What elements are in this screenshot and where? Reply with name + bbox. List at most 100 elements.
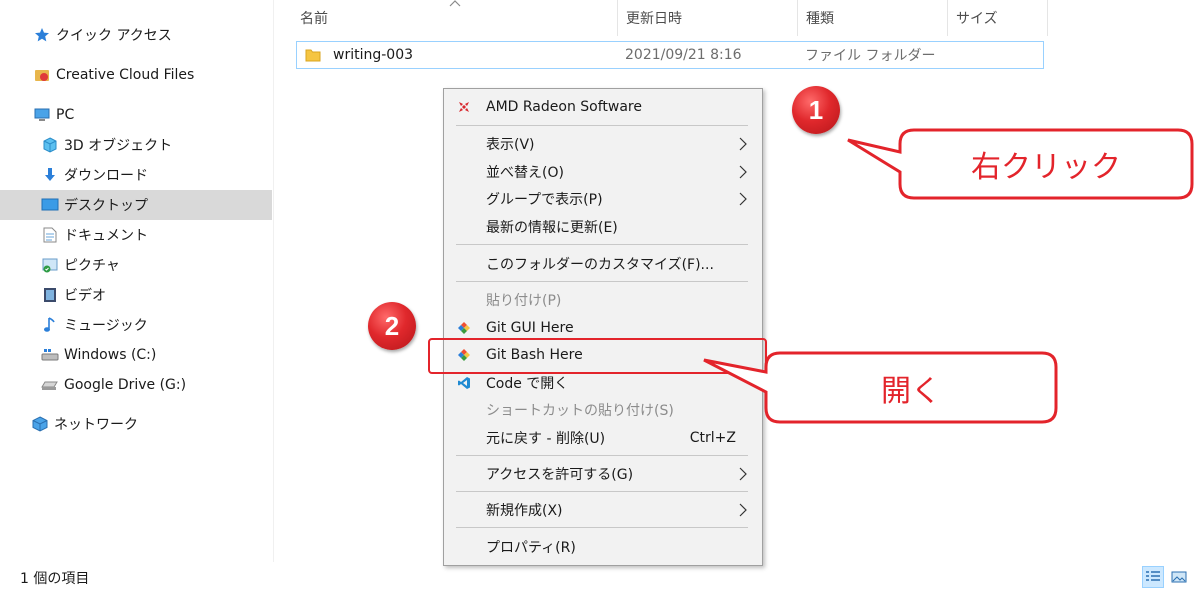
sidebar-item-label: Google Drive (G:) (64, 377, 187, 393)
folder-icon (305, 47, 321, 63)
step-badge-2: 2 (368, 302, 416, 350)
sidebar-item-3d-objects[interactable]: 3D オブジェクト (0, 130, 272, 160)
menu-item-label: プロパティ(R) (486, 540, 576, 556)
network-icon (30, 414, 50, 434)
vscode-icon (456, 375, 472, 391)
chevron-right-icon (739, 467, 747, 481)
context-menu: AMD Radeon Software 表示(V) 並べ替え(O) グループで表… (443, 88, 763, 566)
menu-item-label: アクセスを許可する(G) (486, 467, 634, 483)
column-header-label: 更新日時 (626, 11, 682, 27)
chevron-right-icon (739, 503, 747, 517)
sidebar-item-google-drive[interactable]: Google Drive (G:) (0, 370, 272, 400)
column-header-size[interactable]: サイズ (948, 0, 1048, 36)
menu-item-paste[interactable]: 貼り付け(P) (444, 286, 762, 314)
sidebar-item-label: ミュージック (64, 318, 148, 334)
menu-item-label: 表示(V) (486, 137, 535, 153)
video-icon (40, 285, 60, 305)
sidebar-item-label: ピクチャ (64, 258, 120, 274)
column-header-label: 種類 (806, 11, 834, 27)
details-view-button[interactable] (1142, 566, 1164, 588)
download-icon (40, 165, 60, 185)
sidebar-item-desktop[interactable]: デスクトップ (0, 190, 272, 220)
drive-c-icon (40, 345, 60, 365)
file-name-cell: writing-003 (305, 42, 413, 68)
menu-item-give-access[interactable]: アクセスを許可する(G) (444, 460, 762, 488)
sidebar-item-windows-c[interactable]: Windows (C:) (0, 340, 272, 370)
pictures-icon (40, 255, 60, 275)
creative-cloud-icon (32, 65, 52, 85)
column-header-label: サイズ (956, 11, 998, 27)
sidebar-item-label: クイック アクセス (56, 28, 172, 44)
sidebar-item-music[interactable]: ミュージック (0, 310, 272, 340)
menu-item-label: 並べ替え(O) (486, 165, 564, 181)
menu-item-refresh[interactable]: 最新の情報に更新(E) (444, 213, 762, 241)
menu-item-label: 貼り付け(P) (486, 293, 562, 309)
status-item-count: 1 個の項目 (20, 571, 90, 587)
chevron-right-icon (739, 192, 747, 206)
navigation-pane: クイック アクセス Creative Cloud Files PC 3D オブジ… (0, 0, 274, 562)
sidebar-item-label: ビデオ (64, 288, 106, 304)
menu-item-label: 最新の情報に更新(E) (486, 220, 618, 236)
sidebar-item-videos[interactable]: ビデオ (0, 280, 272, 310)
sidebar-item-documents[interactable]: ドキュメント (0, 220, 272, 250)
chevron-right-icon (739, 165, 747, 179)
menu-separator (456, 527, 748, 528)
sidebar-item-label: 3D オブジェクト (64, 138, 173, 154)
menu-item-view[interactable]: 表示(V) (444, 130, 762, 158)
menu-item-label: Git GUI Here (486, 320, 574, 336)
large-icons-view-icon (1171, 571, 1187, 583)
column-header-modified[interactable]: 更新日時 (618, 0, 798, 36)
callout-open-text: 開く (881, 373, 941, 409)
step-badge-1: 1 (792, 86, 840, 134)
menu-item-label: Code で開く (486, 376, 569, 392)
sidebar-item-network[interactable]: ネットワーク (0, 409, 272, 439)
menu-item-amd-radeon[interactable]: AMD Radeon Software (444, 93, 762, 121)
callout-right-click-text: 右クリック (971, 150, 1121, 185)
sidebar-item-label: ネットワーク (54, 417, 138, 433)
menu-item-new[interactable]: 新規作成(X) (444, 496, 762, 524)
sidebar-item-label: PC (56, 107, 75, 123)
sidebar-item-quick-access[interactable]: クイック アクセス (0, 20, 272, 50)
sidebar-item-label: ダウンロード (64, 168, 148, 184)
large-icons-view-button[interactable] (1168, 566, 1190, 588)
sidebar-item-pictures[interactable]: ピクチャ (0, 250, 272, 280)
menu-item-customize-folder[interactable]: このフォルダーのカスタマイズ(F)... (444, 250, 762, 278)
menu-item-label: ショートカットの貼り付け(S) (486, 403, 674, 419)
file-row[interactable]: writing-003 2021/09/21 8:16 ファイル フォルダー (296, 41, 1044, 69)
git-bash-highlight-box (428, 338, 767, 374)
star-icon (32, 25, 52, 45)
file-name: writing-003 (333, 47, 414, 63)
amd-radeon-icon (456, 99, 472, 115)
menu-item-label: AMD Radeon Software (486, 99, 642, 115)
pc-icon (32, 105, 52, 125)
menu-separator (456, 491, 748, 492)
menu-item-label: 新規作成(X) (486, 503, 563, 519)
menu-separator (456, 281, 748, 282)
chevron-right-icon (739, 137, 747, 151)
sidebar-item-downloads[interactable]: ダウンロード (0, 160, 272, 190)
menu-item-label: グループで表示(P) (486, 192, 603, 208)
menu-item-shortcut: Ctrl+Z (689, 430, 736, 446)
git-icon (456, 320, 472, 336)
column-header-name[interactable]: 名前 (292, 0, 618, 36)
menu-separator (456, 455, 748, 456)
menu-item-undo-delete[interactable]: 元に戻す - 削除(U) Ctrl+Z (444, 424, 762, 452)
menu-separator (456, 244, 748, 245)
column-header-type[interactable]: 種類 (798, 0, 948, 36)
menu-item-paste-shortcut[interactable]: ショートカットの貼り付け(S) (444, 396, 762, 424)
menu-item-group-by[interactable]: グループで表示(P) (444, 185, 762, 213)
menu-item-sort[interactable]: 並べ替え(O) (444, 158, 762, 186)
music-icon (40, 315, 60, 335)
menu-separator (456, 125, 748, 126)
sidebar-item-creative-cloud[interactable]: Creative Cloud Files (0, 60, 272, 90)
details-view-icon (1146, 571, 1160, 581)
document-icon (40, 225, 60, 245)
column-header-label: 名前 (300, 11, 328, 27)
sidebar-item-label: デスクトップ (64, 198, 148, 214)
file-modified: 2021/09/21 8:16 (625, 47, 742, 63)
file-type: ファイル フォルダー (805, 48, 936, 64)
desktop-icon (40, 195, 60, 215)
sidebar-item-pc[interactable]: PC (0, 100, 272, 130)
menu-item-properties[interactable]: プロパティ(R) (444, 533, 762, 561)
sidebar-item-label: Windows (C:) (64, 347, 157, 363)
